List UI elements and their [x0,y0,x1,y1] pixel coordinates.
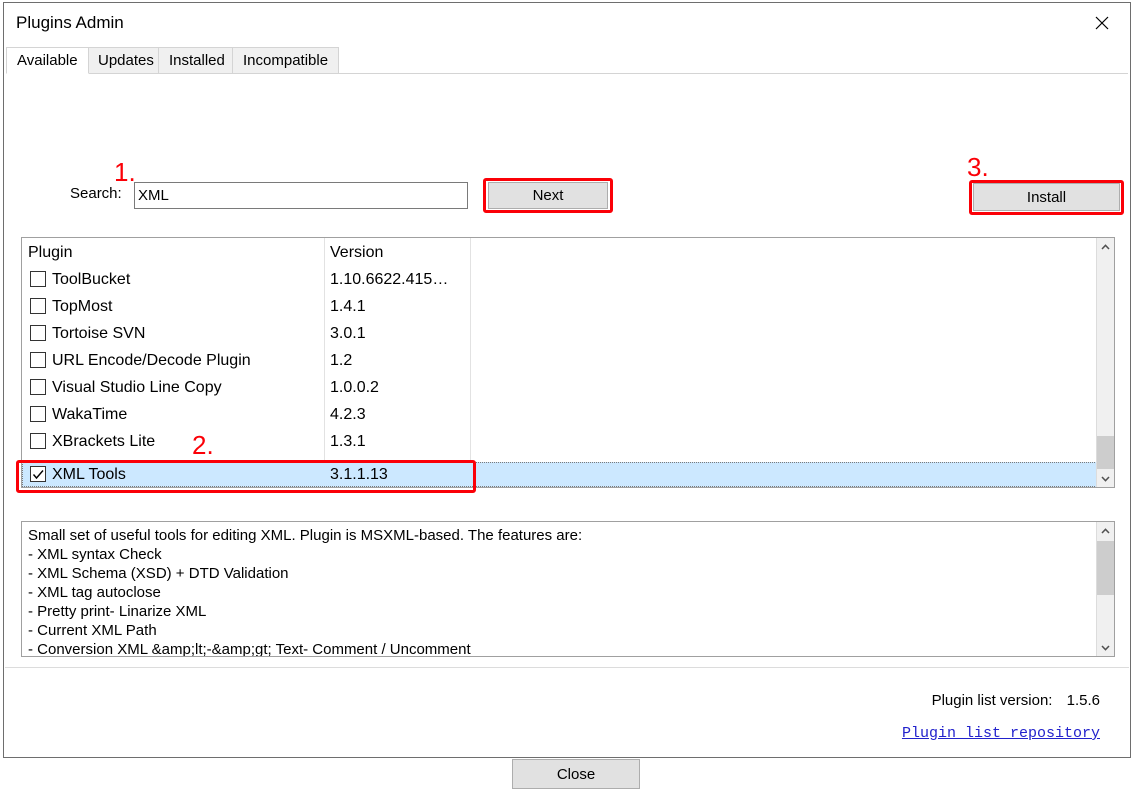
plugin-checkbox[interactable] [30,352,46,368]
tab-updates[interactable]: Updates [87,47,165,74]
plugin-checkbox[interactable] [30,271,46,287]
column-header-plugin: Plugin [28,240,72,265]
table-row[interactable]: Visual Studio Line Copy 1.0.0.2 [22,375,1097,400]
tab-installed[interactable]: Installed [158,47,236,74]
table-row[interactable]: URL Encode/Decode Plugin 1.2 [22,348,1097,373]
plugin-checkbox[interactable] [30,325,46,341]
plugin-checkbox[interactable] [30,433,46,449]
tab-incompatible[interactable]: Incompatible [232,47,339,74]
plugin-name: Tortoise SVN [52,321,145,346]
plugin-checkbox[interactable] [30,298,46,314]
plugin-version: 3.1.1.13 [330,462,388,487]
table-row[interactable]: WakaTime 4.2.3 [22,402,1097,427]
scroll-down-icon[interactable] [1097,470,1114,487]
plugin-list[interactable]: Plugin Version ToolBucket 1.10.6622.415…… [21,237,1115,488]
plugin-description-panel[interactable]: Small set of useful tools for editing XM… [21,521,1115,657]
close-icon[interactable] [1080,7,1124,39]
title-bar: Plugins Admin [4,3,1130,43]
plugin-version: 1.0.0.2 [330,375,379,400]
plugin-description-text: Small set of useful tools for editing XM… [28,526,1092,657]
plugin-name: TopMost [52,294,112,319]
description-scrollbar[interactable] [1096,522,1114,656]
plugin-version: 4.2.3 [330,402,366,427]
plugins-admin-window: Plugins Admin Available Updates Installe… [3,2,1131,758]
plugin-name: Visual Studio Line Copy [52,375,222,400]
plugin-list-version-value: 1.5.6 [1067,692,1100,709]
search-input[interactable] [134,182,468,209]
scroll-up-icon[interactable] [1097,238,1114,255]
table-row[interactable]: ToolBucket 1.10.6622.415… [22,267,1097,292]
plugin-checkbox[interactable] [30,406,46,422]
plugin-name: XBrackets Lite [52,429,155,454]
scrollbar-thumb[interactable] [1097,541,1114,595]
page-title: Plugins Admin [16,13,124,33]
column-header-version: Version [330,240,383,265]
annotation-number-1: 1. [114,159,136,185]
plugin-list-scrollbar[interactable] [1096,238,1114,487]
plugin-list-version: Plugin list version: 1.5.6 [932,692,1100,709]
plugin-row-xml-tools[interactable]: XML Tools 3.1.1.13 [22,462,1097,487]
plugin-version: 1.4.1 [330,294,366,319]
plugin-list-repository-link[interactable]: Plugin list repository [902,725,1100,742]
plugin-version: 3.0.1 [330,321,366,346]
annotation-number-3: 3. [967,154,989,180]
plugin-list-header: Plugin Version [22,240,1097,265]
scroll-up-icon[interactable] [1097,522,1114,539]
main-content: Search: Next Install 1. 3. 2. Plugin Ver… [4,74,1130,757]
footer-divider [5,667,1129,668]
table-row[interactable]: XBrackets Lite 1.3.1 [22,429,1097,454]
table-row[interactable]: Tortoise SVN 3.0.1 [22,321,1097,346]
plugin-checkbox[interactable] [30,379,46,395]
tab-available[interactable]: Available [6,47,89,74]
scrollbar-thumb[interactable] [1097,436,1114,469]
scroll-down-icon[interactable] [1097,639,1114,656]
tab-strip: Available Updates Installed Incompatible [6,47,1128,74]
plugin-version: 1.10.6622.415… [330,267,448,292]
plugin-name: ToolBucket [52,267,130,292]
plugin-version: 1.2 [330,348,352,373]
plugin-name: URL Encode/Decode Plugin [52,348,251,373]
plugin-checkbox-checked[interactable] [30,466,46,482]
plugin-list-version-label: Plugin list version: [932,692,1053,709]
plugin-name: WakaTime [52,402,127,427]
plugin-version: 1.3.1 [330,429,366,454]
table-row[interactable]: TopMost 1.4.1 [22,294,1097,319]
search-label: Search: [70,185,122,202]
next-button[interactable]: Next [488,182,608,209]
install-button[interactable]: Install [973,183,1120,211]
plugin-name: XML Tools [52,462,126,487]
